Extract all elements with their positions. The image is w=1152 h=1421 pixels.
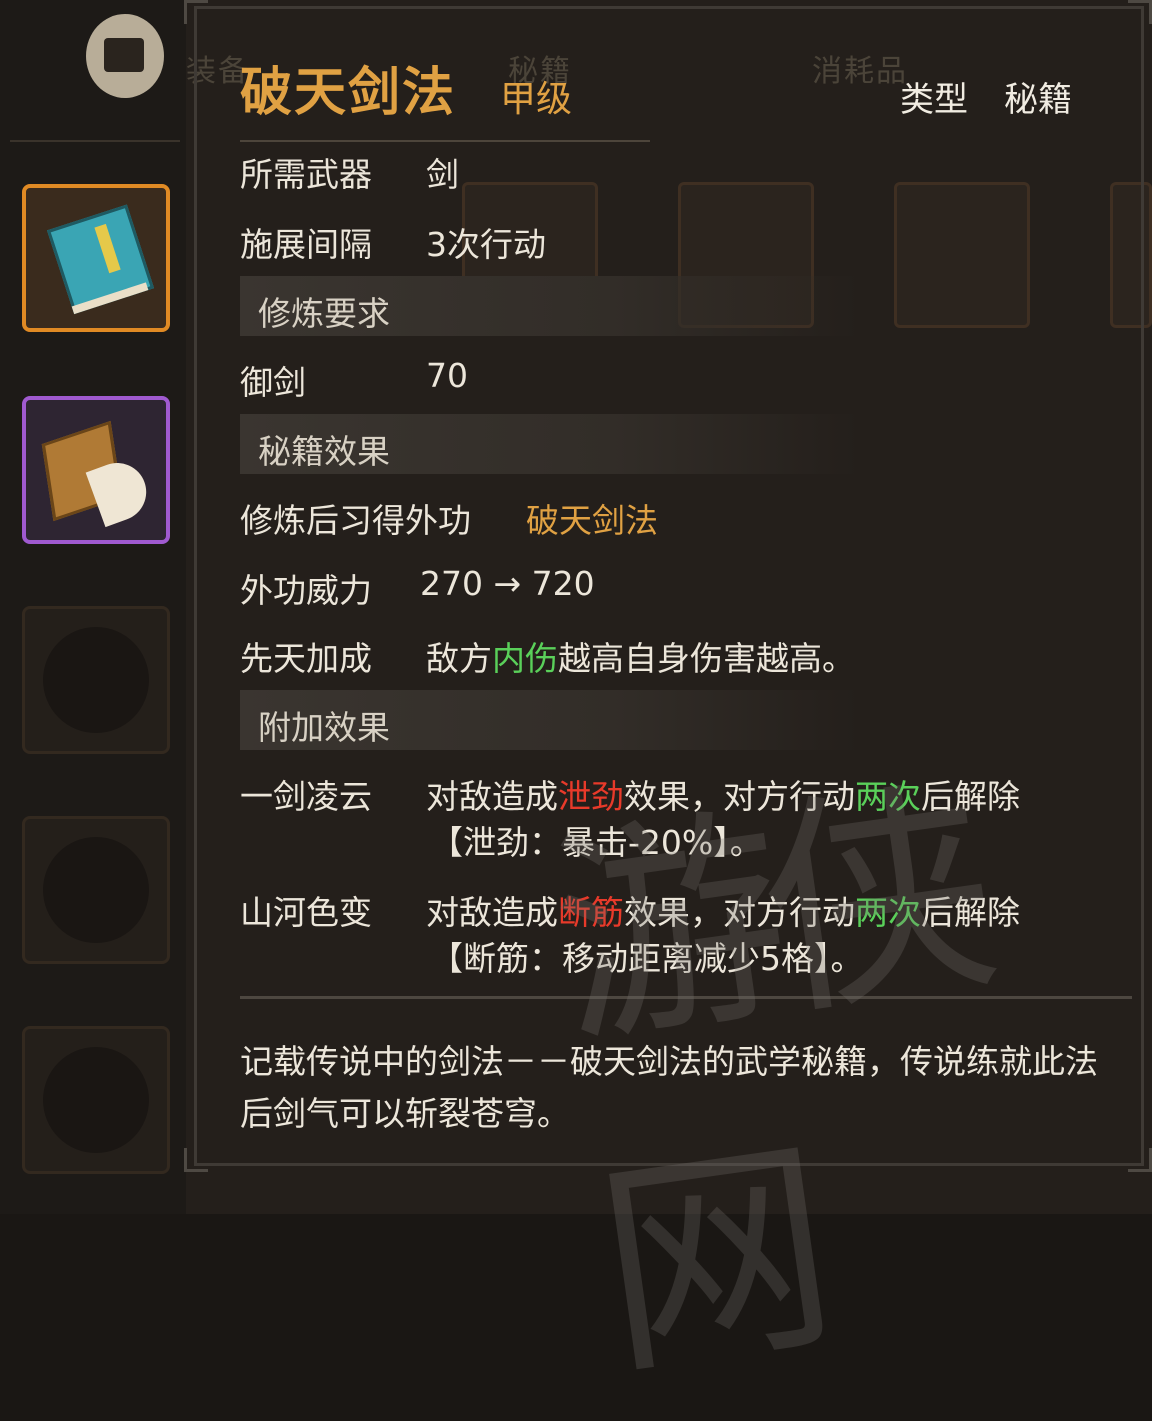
item-description: 记载传说中的剑法－－破天剑法的武学秘籍，传说练就此法后剑气可以斩裂苍穹。	[240, 1042, 1098, 1133]
item-grade: 甲级	[500, 79, 573, 120]
title-divider	[240, 140, 650, 142]
teal-book-icon	[37, 196, 159, 321]
effect1-times: 两次	[855, 777, 921, 816]
learn-value: 破天剑法	[526, 501, 658, 540]
effect1-detail: 【泄劲：暴击-20%】。	[430, 823, 763, 862]
extra-header: 附加效果	[240, 690, 860, 750]
power-value: 270 → 720	[420, 564, 595, 603]
effect2-mid: 效果，对方行动	[624, 893, 855, 932]
requirements-header: 修炼要求	[240, 276, 860, 336]
empty-slot-circle	[43, 837, 149, 943]
effect1-pre: 对敌造成	[426, 777, 558, 816]
scroll-icon-inner	[104, 38, 144, 72]
empty-slot-circle	[43, 627, 149, 733]
empty-slot-4[interactable]	[22, 816, 170, 964]
scroll-icon[interactable]	[86, 14, 164, 98]
effect2-text: 对敌造成断筋效果，对方行动两次后解除	[426, 886, 1020, 934]
effect2-name: 山河色变	[240, 893, 372, 932]
power-label: 外功威力	[240, 571, 372, 610]
effect1-mid: 效果，对方行动	[624, 777, 855, 816]
effects-header-text: 秘籍效果	[258, 432, 390, 471]
empty-slot-3[interactable]	[22, 606, 170, 754]
interval-label: 施展间隔	[240, 225, 372, 264]
type-label: 类型	[900, 80, 968, 120]
innate-post: 越高自身伤害越高。	[558, 639, 855, 678]
weapon-value: 剑	[426, 155, 459, 194]
description-divider	[240, 996, 1132, 999]
item-slot-2[interactable]	[22, 396, 170, 544]
weapon-label: 所需武器	[240, 155, 372, 194]
frame-corner	[184, 0, 208, 24]
sidebar-divider	[10, 140, 180, 142]
effect1-text: 对敌造成泄劲效果，对方行动两次后解除	[426, 770, 1020, 818]
effect1-post: 后解除	[921, 777, 1020, 816]
item-title: 破天剑法	[240, 63, 457, 123]
empty-slot-5[interactable]	[22, 1026, 170, 1174]
innate-pre: 敌方	[426, 639, 492, 678]
type-value: 秘籍	[1004, 80, 1072, 120]
effect1-name: 一剑凌云	[240, 777, 372, 816]
requirements-header-text: 修炼要求	[258, 294, 390, 333]
innate-highlight: 内伤	[492, 639, 558, 678]
frame-corner	[1128, 1148, 1152, 1172]
interval-value: 3次行动	[426, 225, 546, 264]
effect2-pre: 对敌造成	[426, 893, 558, 932]
item-slot-selected[interactable]	[22, 184, 170, 332]
learn-label: 修炼后习得外功	[240, 501, 471, 540]
effects-header: 秘籍效果	[240, 414, 860, 474]
effect2-status: 断筋	[558, 893, 624, 932]
skill-value: 70	[426, 356, 468, 395]
frame-corner	[184, 1148, 208, 1172]
brown-book-icon	[41, 420, 155, 528]
effect1-status: 泄劲	[558, 777, 624, 816]
empty-slot-circle	[43, 1047, 149, 1153]
innate-text: 敌方内伤越高自身伤害越高。	[426, 632, 855, 680]
effect2-times: 两次	[855, 893, 921, 932]
frame-corner	[1128, 0, 1152, 24]
effect2-detail: 【断筋：移动距离减少5格】。	[430, 939, 864, 978]
inventory-sidebar	[0, 0, 186, 1214]
innate-label: 先天加成	[240, 639, 372, 678]
skill-label: 御剑	[240, 363, 306, 402]
effect2-post: 后解除	[921, 893, 1020, 932]
extra-header-text: 附加效果	[258, 708, 390, 747]
